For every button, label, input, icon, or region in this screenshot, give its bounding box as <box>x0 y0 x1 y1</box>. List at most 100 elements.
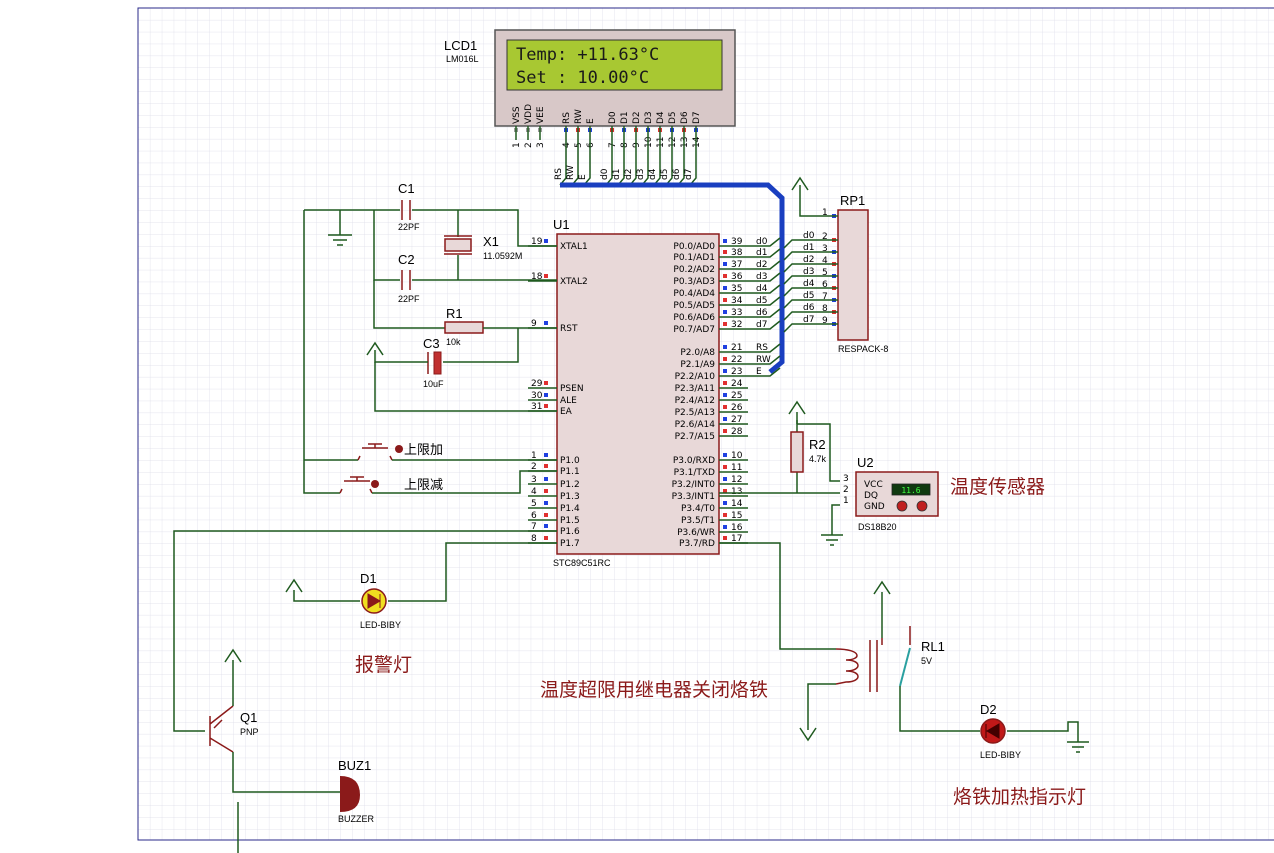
mcu-left-pin-name: P1.1 <box>560 467 580 477</box>
mcu-pin-marker <box>723 417 727 421</box>
mcu-left-pin-name: P1.5 <box>560 516 580 526</box>
lcd-pin-label: D1 <box>620 111 630 124</box>
rp1-model: RESPACK-8 <box>838 344 888 354</box>
mcu-left-pin-name: EA <box>560 407 573 417</box>
lcd-bus-label: RS <box>554 168 564 180</box>
lcd-ref: LCD1 <box>444 38 477 53</box>
lcd-line-1: Temp: +11.63°C <box>516 45 659 65</box>
u2-pin-vcc: VCC <box>864 480 883 490</box>
mcu-u1[interactable]: U1 STC89C51RC 19 XTAL118 XTAL29 RST29 PSEN30… <box>528 217 781 568</box>
rl1-ref: RL1 <box>921 639 945 654</box>
lcd-pin-label: E <box>586 118 596 124</box>
mcu-pin-marker <box>723 262 727 266</box>
mcu-right-pin-name: P0.2/AD2 <box>673 265 715 275</box>
mcu-right-pin-name: P2.1/A9 <box>680 360 715 370</box>
r2-value: 4.7k <box>809 454 827 464</box>
mcu-pin-marker <box>723 322 727 326</box>
rp1-net-label: d6 <box>803 303 815 313</box>
mcu-left-pin-name: P1.7 <box>560 539 580 549</box>
mcu-net-label: RS <box>756 343 768 353</box>
mcu-left-pin-name: XTAL1 <box>560 242 588 252</box>
mcu-right-pin-number: 15 <box>731 511 742 521</box>
mcu-net-label: d3 <box>756 272 767 282</box>
mcu-right-pin-number: 35 <box>731 284 742 294</box>
lcd-pin-number: 9 <box>632 142 642 148</box>
c1-ref: C1 <box>398 181 415 196</box>
mcu-right-pin-number: 13 <box>731 487 742 497</box>
mcu-model: STC89C51RC <box>553 558 611 568</box>
u2-pinnum-2: 2 <box>843 485 849 495</box>
mcu-right-pin-number: 24 <box>731 379 743 389</box>
sensor-label: 温度传感器 <box>950 476 1045 498</box>
mcu-right-pin-number: 10 <box>731 451 743 461</box>
rp1-net-label: d3 <box>803 267 814 277</box>
mcu-right-pin-number: 23 <box>731 367 742 377</box>
mcu-right-pin-number: 37 <box>731 260 742 270</box>
mcu-left-pin-number: 5 <box>531 499 537 509</box>
resistor-r1-icon <box>444 321 484 334</box>
lcd-pin-number: 6 <box>586 142 596 148</box>
lcd-pin-label: D5 <box>668 111 678 124</box>
lcd-pin-label: RW <box>574 109 584 124</box>
mcu-net-label: d6 <box>756 308 768 318</box>
lcd-pin-number: 8 <box>620 142 630 148</box>
c3-ref: C3 <box>423 336 440 351</box>
lcd-pin-number: 10 <box>644 136 654 148</box>
mcu-net-label: d0 <box>756 237 768 247</box>
mcu-right-pin-name: P2.6/A14 <box>675 420 716 430</box>
buz1-model: BUZZER <box>338 814 375 824</box>
mcu-pin-marker <box>723 310 727 314</box>
mcu-net-label: RW <box>756 355 771 365</box>
lcd-pin-label: VEE <box>536 106 546 124</box>
lcd-bus-label: RW <box>566 165 576 180</box>
lcd-line-2: Set : 10.00°C <box>516 68 649 88</box>
mcu-pin-marker <box>723 536 727 540</box>
u2-model: DS18B20 <box>858 522 897 532</box>
mcu-right-pin-number: 14 <box>731 499 743 509</box>
lcd-pin-number: 4 <box>562 142 572 148</box>
mcu-pin-marker <box>544 393 548 397</box>
rp1-ref: RP1 <box>840 193 865 208</box>
mcu-right-pin-number: 39 <box>731 237 743 247</box>
lcd-bus-label: d4 <box>648 168 658 180</box>
lcd-pin-number: 3 <box>536 142 546 148</box>
mcu-right-pin-number: 26 <box>731 403 743 413</box>
u2-pinnum-1: 1 <box>843 496 849 506</box>
mcu-right-pin-number: 11 <box>731 463 742 473</box>
r1-value: 10k <box>446 337 461 347</box>
mcu-left-pin-number: 4 <box>531 487 537 497</box>
rp1-net-label: d5 <box>803 291 814 301</box>
mcu-right-pin-name: P2.5/A13 <box>675 408 715 418</box>
u2-down-button-icon[interactable] <box>896 500 908 512</box>
mcu-right-pin-number: 28 <box>731 427 743 437</box>
q1-model: PNP <box>240 727 259 737</box>
mcu-right-pin-number: 21 <box>731 343 742 353</box>
lcd-pin-number: 5 <box>574 142 584 148</box>
mcu-right-pin-number: 25 <box>731 391 742 401</box>
mcu-right-pin-number: 22 <box>731 355 742 365</box>
c1-value: 22PF <box>398 222 420 232</box>
u2-up-button-icon[interactable] <box>916 500 928 512</box>
lcd-pin-label: D2 <box>632 111 642 124</box>
mcu-net-label: d5 <box>756 296 767 306</box>
mcu-right-pin-number: 16 <box>731 523 743 533</box>
mcu-pin-marker <box>723 286 727 290</box>
mcu-ref: U1 <box>553 217 570 232</box>
mcu-left-pin-name: P1.4 <box>560 504 580 514</box>
mcu-right-pin-name: P3.4/T0 <box>681 504 715 514</box>
mcu-pin-marker <box>723 298 727 302</box>
lcd-pin-number: 1 <box>512 142 522 148</box>
mcu-right-pin-name: P3.7/RD <box>679 539 715 549</box>
lcd-pin-label: D4 <box>656 111 666 124</box>
mcu-right-pin-number: 33 <box>731 308 742 318</box>
u2-ref: U2 <box>857 455 874 470</box>
mcu-left-pin-name: RST <box>560 324 578 334</box>
mcu-right-pin-name: P2.3/A11 <box>675 384 715 394</box>
btn-down-label: 上限减 <box>404 477 443 492</box>
mcu-right-pin-name: P3.3/INT1 <box>672 492 715 502</box>
mcu-pin-marker <box>544 489 548 493</box>
mcu-right-pin-name: P2.2/A10 <box>675 372 716 382</box>
mcu-right-pin-number: 32 <box>731 320 742 330</box>
lcd-pin-label: D7 <box>692 111 702 124</box>
mcu-pin-marker <box>723 513 727 517</box>
